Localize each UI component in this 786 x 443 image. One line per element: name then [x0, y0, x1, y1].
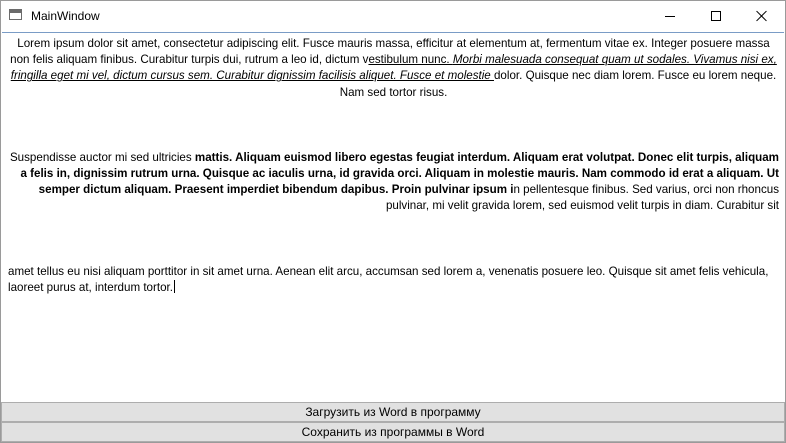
maximize-icon — [711, 11, 721, 21]
window-app-icon — [9, 9, 22, 20]
p3-text: amet tellus eu nisi aliquam porttitor in… — [8, 264, 769, 294]
close-button[interactable] — [739, 1, 785, 31]
text-caret — [173, 279, 175, 293]
save-to-word-button[interactable]: Сохранить из программы в Word — [1, 422, 785, 442]
paragraph-1: Lorem ipsum dolor sit amet, consectetur … — [8, 36, 779, 101]
p2-text-a: Suspendisse auctor mi sed ultricies — [9, 150, 195, 164]
load-from-word-button[interactable]: Загрузить из Word в программу — [1, 402, 785, 422]
close-icon — [756, 10, 768, 22]
main-window: MainWindow Lorem ipsum dolor sit amet, c… — [0, 0, 786, 443]
title-bar[interactable]: MainWindow — [1, 1, 785, 31]
minimize-button[interactable] — [647, 1, 693, 31]
rich-text-editor[interactable]: Lorem ipsum dolor sit amet, consectetur … — [2, 32, 784, 402]
p1-underlined-text: estibulum nunc. — [368, 53, 453, 67]
paragraph-2: Suspendisse auctor mi sed ultricies matt… — [8, 150, 779, 215]
minimize-icon — [665, 16, 675, 17]
paragraph-3: amet tellus eu nisi aliquam porttitor in… — [8, 264, 779, 296]
window-title: MainWindow — [31, 9, 100, 23]
maximize-button[interactable] — [693, 1, 739, 31]
